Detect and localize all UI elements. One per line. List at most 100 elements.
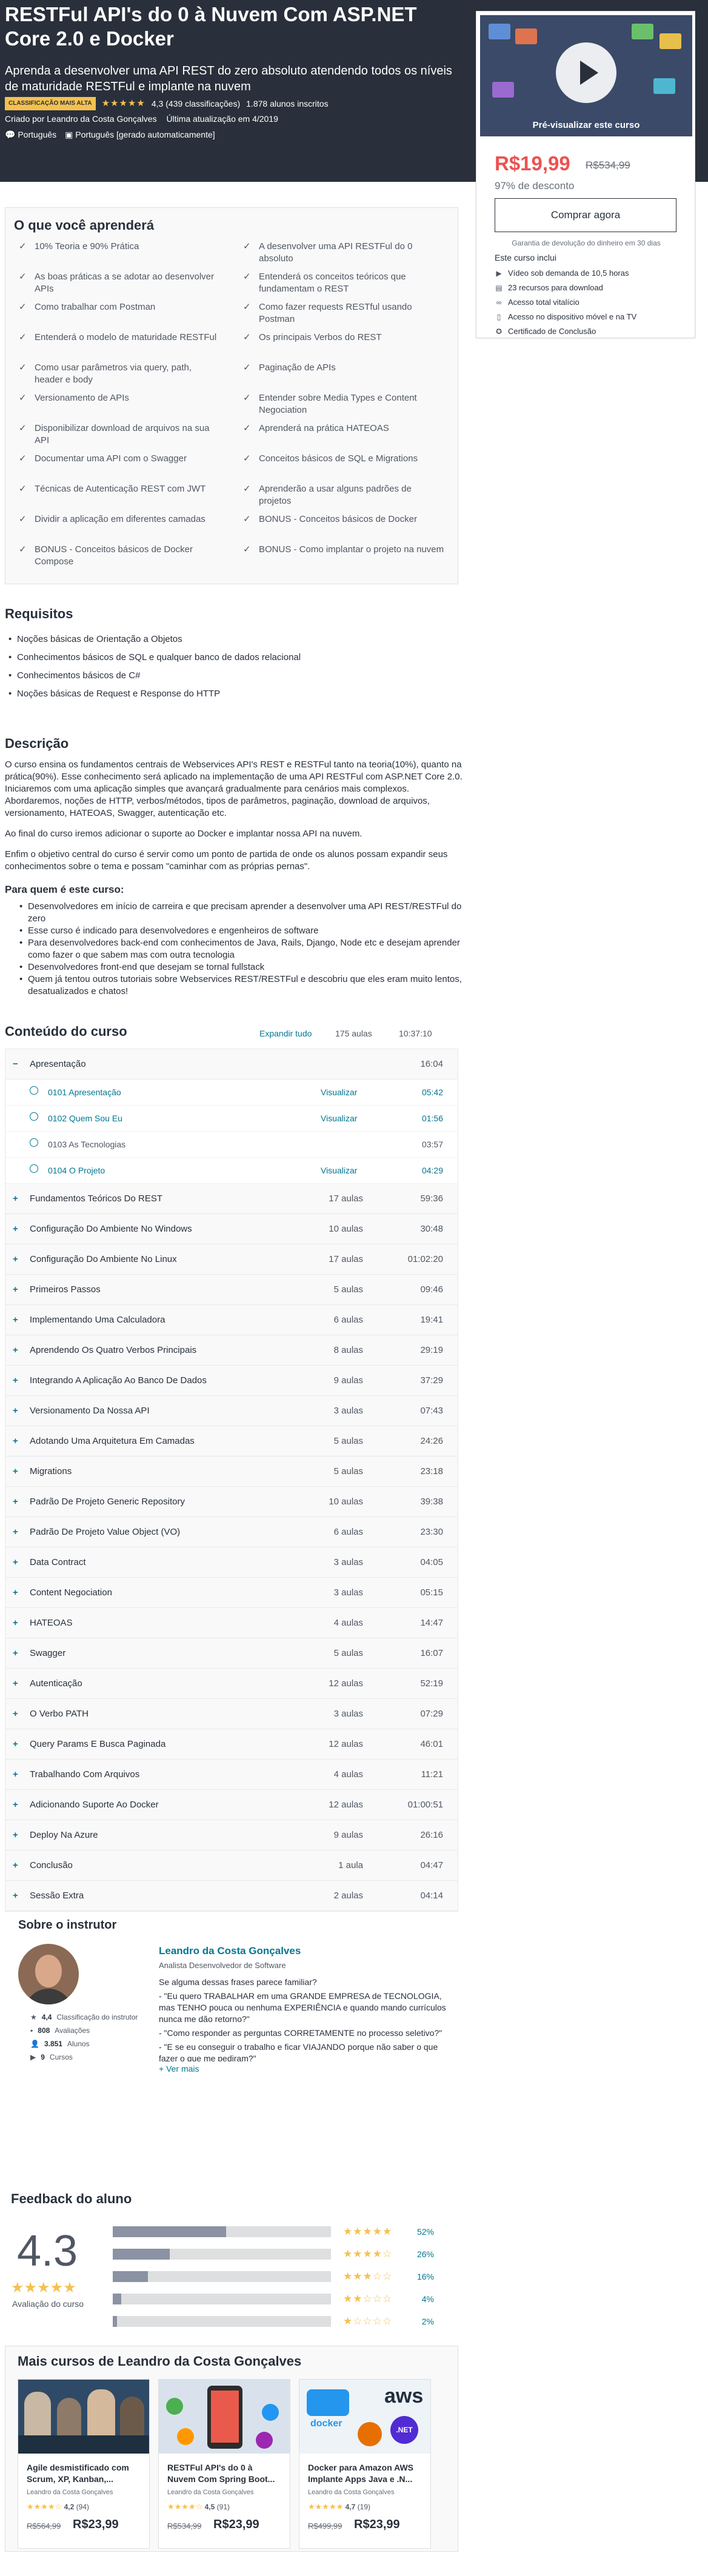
expand-all-link[interactable]: Expandir tudo <box>259 1029 312 1038</box>
expand-icon[interactable]: + <box>13 1830 18 1840</box>
course-card-title[interactable]: RESTFul API's do 0 à Nuvem Com Spring Bo… <box>167 2462 282 2485</box>
course-thumbnail[interactable] <box>159 2380 290 2454</box>
rating-bar-row[interactable]: ★★★☆☆ 16% <box>113 2265 434 2287</box>
section-header[interactable]: + Content Negociation 3 aulas 05:15 <box>5 1578 458 1608</box>
section-header[interactable]: + Data Contract 3 aulas 04:05 <box>5 1547 458 1578</box>
expand-icon[interactable]: + <box>13 1557 18 1567</box>
preview-link[interactable]: Visualizar <box>321 1087 357 1097</box>
expand-icon[interactable]: + <box>13 1224 18 1234</box>
rating-bar-row[interactable]: ★★☆☆☆ 4% <box>113 2287 434 2310</box>
expand-icon[interactable]: + <box>13 1739 18 1749</box>
section-header[interactable]: + Swagger 5 aulas 16:07 <box>5 1638 458 1669</box>
lecture-title[interactable]: 0102 Quem Sou Eu <box>48 1113 122 1123</box>
section-header[interactable]: + Query Params E Busca Paginada 12 aulas 46… <box>5 1729 458 1760</box>
preview-link[interactable]: Visualizar <box>321 1113 357 1123</box>
expand-icon[interactable]: + <box>13 1497 18 1507</box>
instructor-stat: 👤 3.851 Alunos <box>30 2037 138 2050</box>
course-thumbnail[interactable] <box>18 2380 149 2454</box>
course-card-old-price: R$564,99 <box>27 2521 61 2531</box>
expand-icon[interactable]: + <box>13 1284 18 1295</box>
section-header[interactable]: + Adotando Uma Arquitetura Em Camadas 5 au… <box>5 1426 458 1457</box>
section-title: Padrão De Projeto Value Object (VO) <box>30 1527 181 1537</box>
section-lecture-count: 9 aulas <box>333 1375 363 1386</box>
expand-icon[interactable]: + <box>13 1587 18 1598</box>
lecture-row[interactable]: 0101 Apresentação Visualizar 05:42 <box>5 1079 458 1106</box>
expand-icon[interactable]: + <box>13 1648 18 1658</box>
expand-icon[interactable]: + <box>13 1709 18 1719</box>
rating-bar[interactable] <box>113 2248 331 2260</box>
expand-icon[interactable]: + <box>13 1254 18 1264</box>
section-header[interactable]: + Implementando Uma Calculadora 6 aulas 19:… <box>5 1305 458 1335</box>
section-header[interactable]: + Migrations 5 aulas 23:18 <box>5 1457 458 1487</box>
section-header[interactable]: + Padrão De Projeto Generic Repository 10 … <box>5 1487 458 1517</box>
created-by[interactable]: Criado por Leandro da Costa Gonçalves <box>5 114 157 124</box>
preview-link[interactable]: Visualizar <box>321 1166 357 1175</box>
rating-bar-row[interactable]: ★★★★☆ 26% <box>113 2243 434 2265</box>
section-header[interactable]: + Deploy Na Azure 9 aulas 26:16 <box>5 1820 458 1850</box>
lecture-row[interactable]: 0103 As Tecnologias 03:57 <box>5 1132 458 1158</box>
rating-bar[interactable] <box>113 2271 331 2282</box>
expand-icon[interactable]: + <box>13 1890 18 1901</box>
expand-icon[interactable]: + <box>13 1436 18 1446</box>
course-card[interactable]: RESTFul API's do 0 à Nuvem Com Spring Bo… <box>158 2379 290 2549</box>
section-header[interactable]: + Padrão De Projeto Value Object (VO) 6 au… <box>5 1517 458 1547</box>
collapse-icon[interactable]: − <box>13 1059 18 1069</box>
lecture-row[interactable]: 0102 Quem Sou Eu Visualizar 01:56 <box>5 1106 458 1132</box>
section-header[interactable]: + Configuração Do Ambiente No Windows 10 a… <box>5 1214 458 1244</box>
rating-bar-stars: ★★★★☆ <box>343 2247 393 2260</box>
section-header[interactable]: + Configuração Do Ambiente No Linux 17 aul… <box>5 1244 458 1275</box>
section-header[interactable]: + Primeiros Passos 5 aulas 09:46 <box>5 1275 458 1305</box>
lecture-row[interactable]: 0104 O Projeto Visualizar 04:29 <box>5 1158 458 1184</box>
section-header[interactable]: + Versionamento Da Nossa API 3 aulas 07:43 <box>5 1396 458 1426</box>
expand-icon[interactable]: + <box>13 1345 18 1355</box>
section-header[interactable]: + Autenticação 12 aulas 52:19 <box>5 1669 458 1699</box>
section-header[interactable]: + Aprendendo Os Quatro Verbos Principais 8… <box>5 1335 458 1366</box>
expand-icon[interactable]: + <box>13 1193 18 1204</box>
rating-bar[interactable] <box>113 2293 331 2304</box>
preview-video[interactable]: Pré-visualizar este curso <box>480 15 692 136</box>
section-header[interactable]: + Fundamentos Teóricos Do REST 17 aulas 59:… <box>5 1184 458 1214</box>
avatar[interactable] <box>18 1944 79 2004</box>
preview-label[interactable]: Pré-visualizar este curso <box>480 120 692 130</box>
section-header[interactable]: + Adicionando Suporte Ao Docker 12 aulas 01… <box>5 1790 458 1820</box>
lecture-title[interactable]: 0104 O Projeto <box>48 1166 105 1175</box>
show-more-link[interactable]: + Ver mais <box>159 2064 199 2074</box>
expand-icon[interactable]: + <box>13 1860 18 1870</box>
play-icon[interactable] <box>556 42 616 103</box>
rating-bar[interactable] <box>113 2226 331 2237</box>
includes-item: ▶ Vídeo sob demanda de 10,5 horas <box>495 266 636 281</box>
lecture-title[interactable]: 0101 Apresentação <box>48 1087 121 1097</box>
rating-bar-percent[interactable]: 52% <box>410 2227 434 2237</box>
expand-icon[interactable]: + <box>13 1527 18 1537</box>
rating-bar-percent[interactable]: 26% <box>410 2249 434 2259</box>
expand-icon[interactable]: + <box>13 1769 18 1780</box>
buy-now-button[interactable]: Comprar agora <box>495 198 676 232</box>
course-card[interactable]: Agile desmistificado com Scrum, XP, Kanb… <box>18 2379 150 2549</box>
section-header[interactable]: + O Verbo PATH 3 aulas 07:29 <box>5 1699 458 1729</box>
rating-bar-row[interactable]: ★★★★★ 52% <box>113 2220 434 2243</box>
section-header[interactable]: + HATEOAS 4 aulas 14:47 <box>5 1608 458 1638</box>
expand-icon[interactable]: + <box>13 1375 18 1386</box>
rating-bar[interactable] <box>113 2315 331 2327</box>
section-header[interactable]: − Apresentação 16:04 <box>5 1049 458 1079</box>
section-header[interactable]: + Integrando A Aplicação Ao Banco De Dado… <box>5 1366 458 1396</box>
rating-bar-row[interactable]: ★☆☆☆☆ 2% <box>113 2310 434 2332</box>
expand-icon[interactable]: + <box>13 1406 18 1416</box>
expand-icon[interactable]: + <box>13 1618 18 1628</box>
section-header[interactable]: + Trabalhando Com Arquivos 4 aulas 11:21 <box>5 1760 458 1790</box>
section-header[interactable]: + Conclusão 1 aula 04:47 <box>5 1850 458 1881</box>
course-thumbnail[interactable]: aws docker .NET <box>299 2380 430 2454</box>
expand-icon[interactable]: + <box>13 1466 18 1477</box>
expand-icon[interactable]: + <box>13 1315 18 1325</box>
rating-bar-percent[interactable]: 2% <box>410 2317 434 2326</box>
rating-text[interactable]: 4,3 (439 classificações) <box>152 98 240 109</box>
rating-bar-percent[interactable]: 4% <box>410 2294 434 2304</box>
course-card-title[interactable]: Docker para Amazon AWS Implante Apps Jav… <box>308 2462 423 2485</box>
instructor-name[interactable]: Leandro da Costa Gonçalves <box>159 1945 301 1957</box>
course-card-title[interactable]: Agile desmistificado com Scrum, XP, Kanb… <box>27 2462 142 2485</box>
rating-bar-percent[interactable]: 16% <box>410 2272 434 2281</box>
expand-icon[interactable]: + <box>13 1678 18 1689</box>
expand-icon[interactable]: + <box>13 1800 18 1810</box>
course-card[interactable]: aws docker .NET Docker para Amazon AWS I… <box>299 2379 431 2549</box>
section-header[interactable]: + Sessão Extra 2 aulas 04:14 <box>5 1881 458 1911</box>
